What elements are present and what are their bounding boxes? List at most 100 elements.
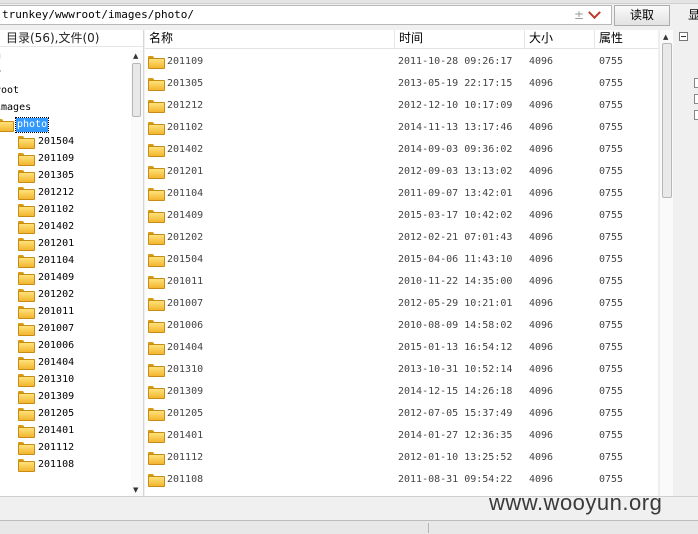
table-row[interactable]: 201011 2010-11-22 14:35:00 4096 0755 [145,270,658,292]
display-button-partial[interactable]: 显 [688,6,698,23]
tree-item[interactable]: 201104 [18,252,75,269]
table-row[interactable]: 201212 2012-12-10 10:17:09 4096 0755 [145,94,658,116]
tree-item-ancestor[interactable]: root [0,82,20,99]
table-row[interactable]: 201201 2012-09-03 13:13:02 4096 0755 [145,160,658,182]
directory-tree-panel: 目录(56),文件(0) gy root images photo 201504 2011… [0,30,144,496]
row-size: 4096 [529,77,554,89]
tree-item[interactable]: 201108 [18,456,75,473]
tree-item-label: y [0,67,2,81]
tree-item[interactable]: 201201 [18,235,75,252]
tree-item-ancestor[interactable]: g [0,48,2,65]
tree-item[interactable]: 201102 [18,201,75,218]
folder-icon [18,204,35,217]
folder-icon [18,289,35,302]
row-time: 2012-07-05 15:37:49 [398,407,513,419]
tree-item[interactable]: 201109 [18,150,75,167]
folder-icon [18,374,35,387]
row-size: 4096 [529,275,554,287]
tree-item[interactable]: 201309 [18,388,75,405]
table-row[interactable]: 201006 2010-08-09 14:58:02 4096 0755 [145,314,658,336]
column-time[interactable]: 时间 [395,30,525,49]
tree-item[interactable]: 201202 [18,286,75,303]
row-time: 2012-05-29 10:21:01 [398,297,513,309]
tree-item[interactable]: 201404 [18,354,75,371]
side-checkbox[interactable] [694,110,698,120]
file-list-scrollbar[interactable]: ▲ [659,30,673,496]
tree-item-ancestor[interactable]: y [0,65,2,82]
row-name: 201011 [167,275,204,287]
table-row[interactable]: 201205 2012-07-05 15:37:49 4096 0755 [145,402,658,424]
row-attr: 0755 [599,165,624,177]
scroll-down-icon[interactable]: ▼ [133,486,138,494]
tree-item[interactable]: 201504 [18,133,75,150]
tree-item[interactable]: 201205 [18,405,75,422]
table-row[interactable]: 201202 2012-02-21 07:01:43 4096 0755 [145,226,658,248]
table-row[interactable]: 201401 2014-01-27 12:36:35 4096 0755 [145,424,658,446]
table-row[interactable]: 201402 2014-09-03 09:36:02 4096 0755 [145,138,658,160]
table-row[interactable]: 201309 2014-12-15 14:26:18 4096 0755 [145,380,658,402]
folder-icon [18,323,35,336]
tree-item[interactable]: 201212 [18,184,75,201]
tree-item[interactable]: 201402 [18,218,75,235]
file-list-scroll-thumb[interactable] [662,43,672,198]
table-row[interactable]: 201310 2013-10-31 10:52:14 4096 0755 [145,358,658,380]
scroll-up-icon[interactable]: ▲ [663,33,668,41]
chevron-down-icon[interactable] [588,5,601,19]
tree-item-label: 201011 [38,305,75,317]
tree-scroll-thumb[interactable] [132,63,141,117]
row-name-cell: 201112 [148,451,203,465]
tree-item[interactable]: 201409 [18,269,75,286]
tree-scrollbar[interactable]: ▲ ▼ [131,50,143,496]
side-checkbox[interactable] [694,78,698,88]
folder-icon [148,253,165,267]
tree-item-label: 201006 [38,339,75,351]
folder-icon [18,187,35,200]
tree-item[interactable]: 201006 [18,337,75,354]
folder-icon [18,391,35,404]
table-row[interactable]: 201504 2015-04-06 11:43:10 4096 0755 [145,248,658,270]
row-time: 2014-11-13 13:17:46 [398,121,513,133]
column-size[interactable]: 大小 [525,30,595,49]
tree-item-label: 201201 [38,237,75,249]
table-row[interactable]: 201409 2015-03-17 10:42:02 4096 0755 [145,204,658,226]
row-name: 201409 [167,209,204,221]
tree-item-ancestor[interactable]: images [0,99,32,116]
folder-icon [18,442,35,455]
row-name: 201201 [167,165,204,177]
tree-item[interactable]: 201310 [18,371,75,388]
row-name-cell: 201401 [148,429,203,443]
folder-icon [18,221,35,234]
row-time: 2014-12-15 14:26:18 [398,385,513,397]
table-row[interactable]: 201108 2011-08-31 09:54:22 4096 0755 [145,468,658,490]
column-name[interactable]: 名称 [145,30,395,49]
minus-icon[interactable] [679,32,688,41]
folder-icon [18,425,35,438]
tree-item[interactable]: 201011 [18,303,75,320]
row-time: 2013-05-19 22:17:15 [398,77,513,89]
tree-item[interactable]: 201401 [18,422,75,439]
tree-item[interactable]: 201007 [18,320,75,337]
table-row[interactable]: 201404 2015-01-13 16:54:12 4096 0755 [145,336,658,358]
table-row[interactable]: 201007 2012-05-29 10:21:01 4096 0755 [145,292,658,314]
row-attr: 0755 [599,77,624,89]
column-attr[interactable]: 属性 [595,30,658,49]
folder-icon [148,363,165,377]
row-attr: 0755 [599,275,624,287]
scroll-up-icon[interactable]: ▲ [133,52,138,60]
table-row[interactable]: 201305 2013-05-19 22:17:15 4096 0755 [145,72,658,94]
read-button[interactable]: 读取 [614,5,670,26]
tree-item-label: 201409 [38,271,75,283]
side-checkbox[interactable] [694,94,698,104]
row-time: 2015-01-13 16:54:12 [398,341,513,353]
table-row[interactable]: 201112 2012-01-10 13:25:52 4096 0755 [145,446,658,468]
tree-item[interactable]: 201112 [18,439,75,456]
table-row[interactable]: 201104 2011-09-07 13:42:01 4096 0755 [145,182,658,204]
folder-icon [148,407,165,421]
path-input[interactable]: trunkey/wwwroot/images/photo/ [0,5,612,25]
tree-item-photo[interactable]: photo [0,116,50,133]
pin-icon[interactable]: ± [574,8,584,22]
table-row[interactable]: 201102 2014-11-13 13:17:46 4096 0755 [145,116,658,138]
watermark: www.wooyun.org [489,490,663,515]
table-row[interactable]: 201109 2011-10-28 09:26:17 4096 0755 [145,50,658,72]
tree-item[interactable]: 201305 [18,167,75,184]
